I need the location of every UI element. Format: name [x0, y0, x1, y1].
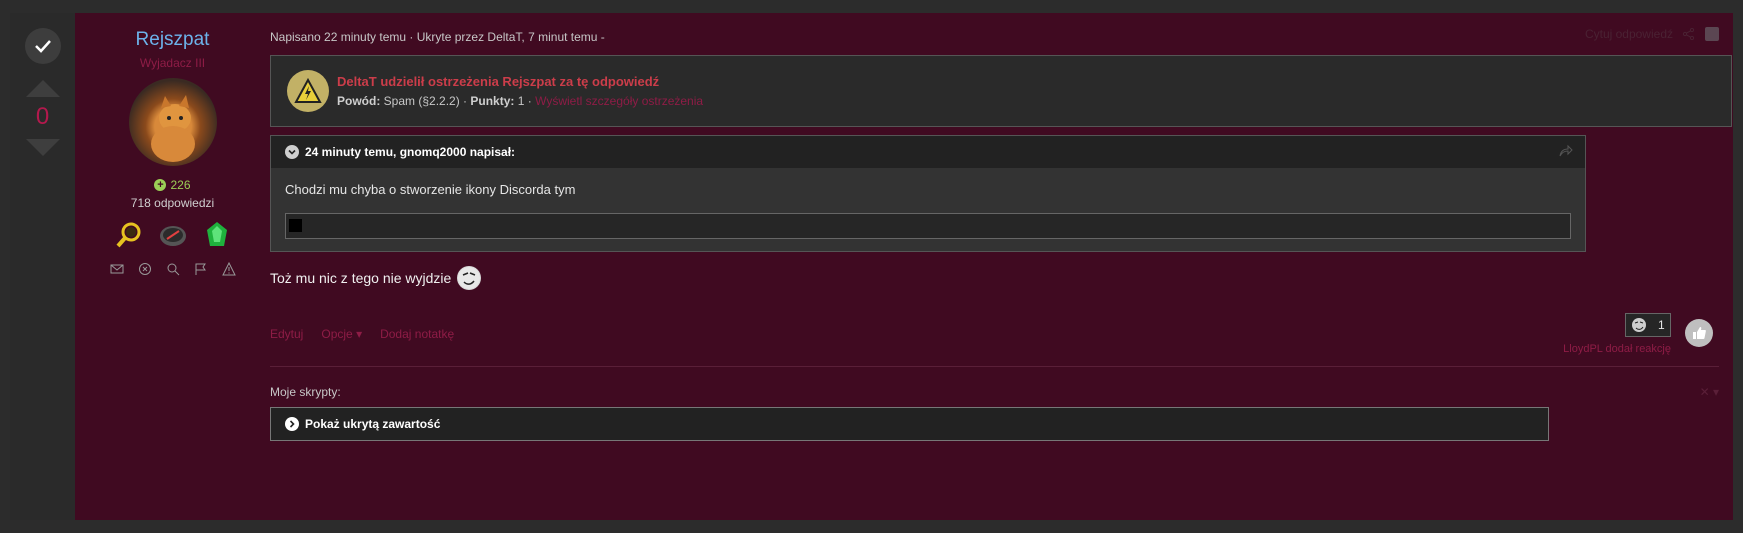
select-post-checkbox[interactable] [1705, 27, 1719, 41]
reputation-value: 226 [170, 178, 191, 192]
like-button[interactable] [1685, 319, 1713, 347]
post-meta-actions: Cytuj odpowiedź [1585, 27, 1719, 41]
flag-icon[interactable] [194, 262, 208, 276]
post-meta: Napisano 22 minuty temu · Ukryte przez D… [270, 30, 605, 44]
reaction-pill[interactable]: 1 [1625, 313, 1671, 337]
caret-down-icon[interactable]: ▾ [1713, 385, 1719, 399]
quote-text: Chodzi mu chyba o stworzenie ikony Disco… [285, 182, 576, 197]
points-label: Punkty: [470, 94, 515, 108]
badges [114, 220, 232, 250]
plus-icon: + [154, 179, 167, 191]
warning-notice: DeltaT udzielił ostrzeżenia Rejszpat za … [270, 55, 1732, 127]
points-value: 1 · [517, 94, 532, 108]
reply-text: Toż mu nic z tego nie wyjdzie [270, 270, 452, 286]
divider [270, 366, 1719, 367]
message-icon[interactable] [110, 262, 124, 276]
magnifier-badge-icon[interactable] [114, 220, 144, 250]
smiley-emoji-icon [457, 266, 482, 290]
scripts-controls[interactable]: ✕ ▾ [1700, 385, 1719, 399]
downvote-button[interactable] [25, 139, 60, 156]
quote-block: 24 minuty temu, gnomq2000 napisał: Chodz… [270, 135, 1586, 252]
warning-details: Powód: Spam (§2.2.2) · Punkty: 1 · Wyświ… [337, 94, 703, 108]
share-icon[interactable] [1683, 28, 1695, 40]
post-actions: Edytuj Opcje ▾ Dodaj notatkę [270, 327, 454, 341]
close-icon[interactable]: ✕ [1700, 385, 1710, 399]
upvote-button[interactable] [25, 80, 60, 97]
vote-column: 0 [10, 13, 75, 520]
ignore-icon[interactable] [138, 262, 152, 276]
quote-button[interactable]: Cytuj odpowiedź [1585, 27, 1673, 41]
avatar[interactable] [128, 78, 217, 166]
reason-value: Spam (§2.2.2) · [383, 94, 468, 108]
warning-icon[interactable] [221, 262, 236, 276]
hidden-content-label: Pokaż ukrytą zawartość [305, 417, 441, 431]
reputation: + 226 [154, 178, 191, 192]
options-label: Opcje [321, 327, 353, 341]
reply-text-row: Toż mu nic z tego nie wyjdzie [270, 266, 1733, 290]
reaction-emoji-icon [1632, 318, 1647, 332]
user-rank: Wyjadacz III [139, 56, 206, 70]
add-note-button[interactable]: Dodaj notatkę [380, 327, 454, 341]
mark-solution-button[interactable] [24, 28, 61, 64]
author-panel: Rejszpat Wyjadacz III + 226 718 odpowied… [75, 13, 270, 520]
chevron-right-icon [285, 417, 299, 431]
thumbs-up-icon [1693, 327, 1706, 339]
reactions: 1 LloydPL dodał reakcję [1563, 313, 1671, 355]
quote-author: 24 minuty temu, gnomq2000 napisał: [305, 145, 516, 159]
reaction-count: 1 [1657, 318, 1665, 332]
warning-details-link[interactable]: Wyświetl szczegóły ostrzeżenia [535, 94, 703, 108]
quote-header[interactable]: 24 minuty temu, gnomq2000 napisał: [271, 136, 1585, 168]
embedded-media[interactable] [285, 213, 1571, 239]
high-voltage-warning-icon [287, 70, 329, 112]
emerald-badge-icon[interactable] [202, 220, 232, 250]
post-content: Napisano 22 minuty temu · Ukryte przez D… [270, 13, 1733, 520]
vote-count: 0 [35, 103, 50, 130]
warning-title: DeltaT udzielił ostrzeżenia Rejszpat za … [337, 74, 660, 89]
compass-badge-icon[interactable] [158, 220, 188, 250]
options-button[interactable]: Opcje ▾ [321, 327, 362, 341]
edit-button[interactable]: Edytuj [270, 327, 303, 341]
post: 0 Rejszpat Wyjadacz III + 226 718 odpowi… [10, 13, 1733, 520]
cat-avatar-image [150, 95, 195, 162]
post-count: 718 odpowiedzi [130, 196, 215, 210]
media-placeholder [289, 219, 302, 232]
reason-label: Powód: [337, 94, 381, 108]
check-icon [34, 40, 51, 53]
scripts-label: Moje skrypty: [270, 385, 341, 399]
caret-down-icon: ▾ [356, 327, 363, 341]
hidden-content-toggle[interactable]: Pokaż ukrytą zawartość [270, 407, 1549, 441]
go-to-post-icon[interactable] [1559, 144, 1573, 158]
search-icon[interactable] [166, 262, 180, 276]
chevron-down-icon[interactable] [285, 145, 299, 159]
username-link[interactable]: Rejszpat [136, 29, 210, 51]
user-actions [110, 262, 236, 276]
reacted-by[interactable]: LloydPL dodał reakcję [1563, 343, 1671, 355]
